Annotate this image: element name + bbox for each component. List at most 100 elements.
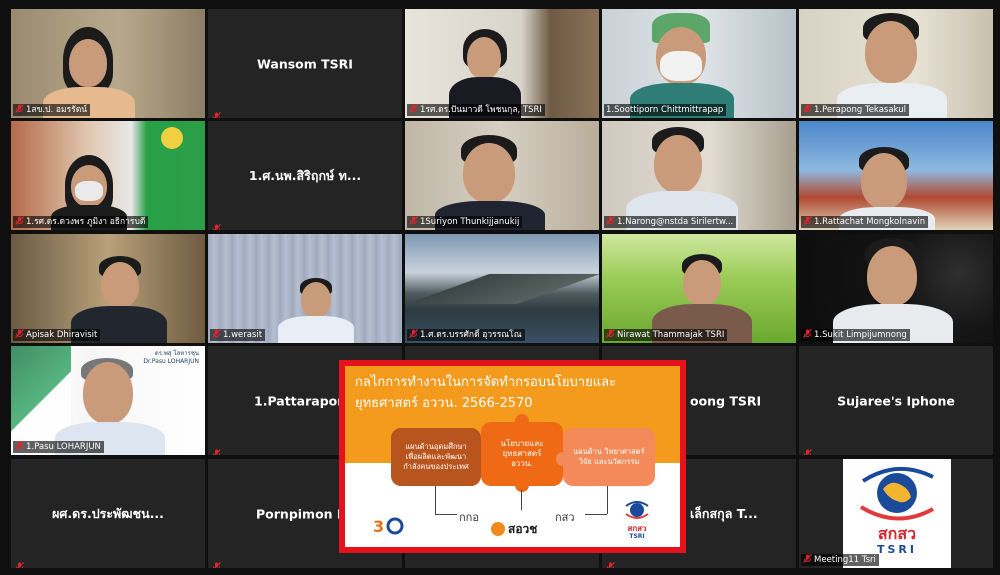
name-overlay: ดร.พสุ โลหารชุน Dr.Pasu LOHARJUN [143, 350, 199, 366]
participant-name-label: Apisak Dhiravisit [13, 329, 101, 341]
video-tile[interactable]: Sujaree's Iphone [799, 346, 993, 455]
mic-muted-icon [15, 329, 24, 338]
participant-video [405, 9, 599, 118]
mic-muted-icon [212, 329, 221, 338]
mic-muted-icon [606, 329, 615, 338]
participant-name: ผศ.ดร.ประพัฒชน... [52, 505, 164, 521]
mic-muted-icon [409, 104, 418, 113]
connector-line [585, 514, 607, 515]
video-tile[interactable]: 1.Sukit Limpijumnong [799, 234, 993, 343]
puzzle-piece-left: แผนด้านอุดมศึกษา เพื่อผลิตและพัฒนา กำลัง… [391, 428, 481, 486]
participant-name-label: 1.ศ.ดร.บรรศักดิ์ อุวรรณโณ [407, 329, 525, 341]
participant-video [602, 121, 796, 230]
svg-text:3: 3 [373, 517, 384, 536]
participant-video [602, 9, 796, 118]
participant-name-label: 1.Perapong Tekasakul [801, 104, 909, 116]
tsri-globe-icon [625, 501, 649, 519]
video-tile[interactable]: 1.ศ.ดร.บรรศักดิ์ อุวรรณโณ [405, 234, 599, 343]
participant-name: เล็กสกุล T... [690, 505, 758, 521]
video-tile[interactable]: 1สข.ป. อมรรัตน์ [11, 9, 205, 118]
mic-muted-icon [803, 104, 812, 113]
mic-muted-icon [212, 443, 221, 455]
participant-name: 1.ศ.นพ.สิริฤกษ์ ท... [248, 167, 362, 183]
connector-line [521, 490, 522, 510]
mic-muted-icon [606, 556, 615, 568]
participant-name-label: 1.Narong@nstda Sirilertw... [604, 216, 737, 228]
video-tile[interactable]: 1.werasit [208, 234, 402, 343]
participant-video [799, 9, 993, 118]
participant-name-label: 1Suriyon Thunkijjanukij [407, 216, 523, 228]
participant-name-label: 1.Pasu LOHARJUN [13, 441, 104, 453]
mic-muted-icon [803, 216, 812, 225]
participant-name-label: 1.werasit [210, 329, 266, 341]
puzzle-piece-right: แผนด้าน วิทยาศาสตร์ วิจัย และนวัตกรรม [563, 428, 655, 486]
participant-video [799, 234, 993, 343]
mic-muted-icon [803, 554, 812, 563]
mic-muted-icon [15, 556, 24, 568]
participant-video [799, 121, 993, 230]
mic-muted-icon [212, 556, 221, 568]
video-tile[interactable]: 1.ศ.นพ.สิริฤกษ์ ท... [208, 121, 402, 230]
mic-muted-icon [212, 218, 221, 230]
video-tile[interactable]: 1.Rattachat Mongkolnavin [799, 121, 993, 230]
video-tile[interactable]: Nirawat Thammajak TSRI [602, 234, 796, 343]
video-tile[interactable]: 1.Perapong Tekasakul [799, 9, 993, 118]
participant-name: oong TSRI [690, 393, 762, 408]
participant-name-label: 1.Soottiporn Chittmittrapap [604, 104, 727, 116]
tsri-logo-card: สกสว TSRI [843, 459, 951, 568]
org-label-left: กกอ [459, 511, 479, 524]
shared-slide: กลไกการทำงานในการจัดทำกรอบนโยบายและ ยุทธ… [345, 366, 680, 547]
slide-title-line1: กลไกการทำงานในการจัดทำกรอบนโยบายและ [355, 375, 617, 390]
mountain [405, 274, 599, 304]
mic-muted-icon [409, 329, 418, 338]
name-overlay-thai: ดร.พสุ โลหารชุน [154, 350, 199, 357]
participant-name-label: 1รศ.ดร.ปันมาวดี โพชนกุล, TSRI [407, 104, 545, 116]
connector-line [435, 486, 436, 514]
mic-muted-icon [803, 329, 812, 338]
video-tile-active-speaker[interactable]: 1.Soottiporn Chittmittrapap [602, 9, 796, 118]
mic-muted-icon [803, 443, 812, 455]
video-tile[interactable]: Wansom TSRI [208, 9, 402, 118]
nxpo-logo-text: สอวช [508, 521, 538, 536]
shared-slide-frame: กลไกการทำงานในการจัดทำกรอบนโยบายและ ยุทธ… [339, 360, 686, 553]
participant-video [208, 234, 402, 343]
participant-video [11, 9, 205, 118]
connector-line [435, 514, 457, 515]
tsri-slide-logo-english: TSRI [629, 533, 645, 540]
puzzle-knob [515, 414, 529, 428]
participant-name: Wansom TSRI [257, 56, 353, 71]
video-tile[interactable]: ดร.พสุ โลหารชุน Dr.Pasu LOHARJUN 1.Pasu … [11, 346, 205, 455]
video-tile[interactable]: 1.Narong@nstda Sirilertw... [602, 121, 796, 230]
puzzle-piece-left-text: แผนด้านอุดมศึกษา เพื่อผลิตและพัฒนา กำลัง… [403, 442, 469, 471]
mic-muted-icon [606, 216, 615, 225]
participant-name-label: Meeting11 Tsri [801, 554, 879, 566]
puzzle-piece-right-text: แผนด้าน วิทยาศาสตร์ วิจัย และนวัตกรรม [573, 447, 645, 466]
globe-logo-icon [859, 466, 934, 521]
participant-name-label: Nirawat Thammajak TSRI [604, 329, 728, 341]
org-label-right: กสว [555, 511, 575, 524]
participant-name-label: 1.รศ.ดร.ดวงพร ภูมิงา อธิการบดี [13, 216, 149, 228]
connector-line [607, 486, 608, 514]
video-tile[interactable]: ผศ.ดร.ประพัฒชน... [11, 459, 205, 568]
video-tile[interactable]: สกสว TSRI Meeting11 Tsri [799, 459, 993, 568]
mic-muted-icon [212, 106, 221, 118]
participant-video [11, 234, 205, 343]
name-overlay-english: Dr.Pasu LOHARJUN [143, 358, 199, 365]
video-tile[interactable]: 1Suriyon Thunkijjanukij [405, 121, 599, 230]
video-tile[interactable]: Apisak Dhiravisit [11, 234, 205, 343]
puzzle-piece-center-text: นโยบายและ ยุทธศาสตร์ อววน. [500, 439, 544, 468]
nxpo-logo-icon [491, 522, 505, 536]
mic-muted-icon [15, 216, 24, 225]
video-tile[interactable]: 1.รศ.ดร.ดวงพร ภูมิงา อธิการบดี [11, 121, 205, 230]
anniversary-logo-icon: 3 [371, 514, 411, 538]
puzzle-knob [515, 478, 529, 492]
logo-text-thai: สกสว [877, 524, 917, 543]
participant-video [405, 121, 599, 230]
slide-title: กลไกการทำงานในการจัดทำกรอบนโยบายและ ยุทธ… [355, 372, 675, 414]
participant-name: Sujaree's Iphone [837, 393, 955, 408]
video-tile[interactable]: 1รศ.ดร.ปันมาวดี โพชนกุล, TSRI [405, 9, 599, 118]
nxpo-logo: สอวช [491, 518, 551, 540]
slide-title-line2: ยุทธศาสตร์ อววน. 2566-2570 [355, 396, 533, 411]
mic-muted-icon [409, 216, 418, 225]
participant-video [11, 121, 205, 230]
